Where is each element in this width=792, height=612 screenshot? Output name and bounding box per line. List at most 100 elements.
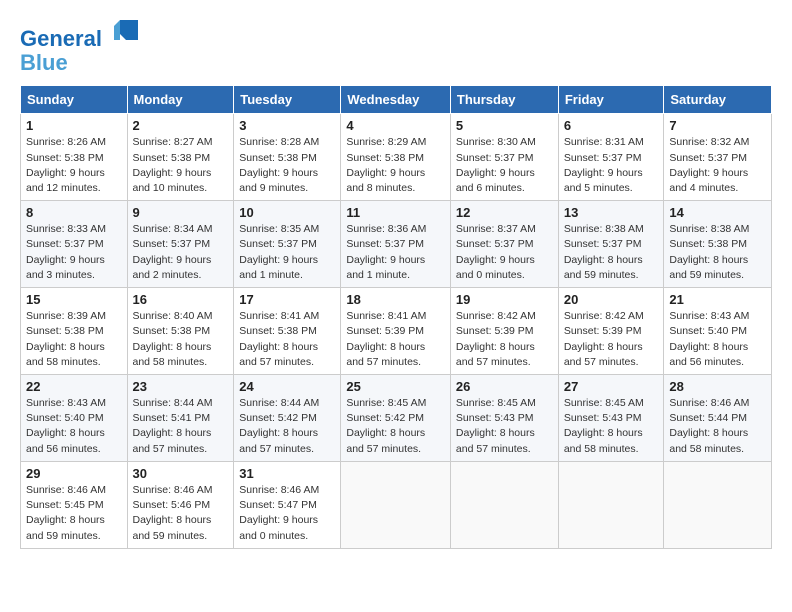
day-number: 6 <box>564 118 659 133</box>
calendar-cell <box>341 461 451 548</box>
day-number: 18 <box>346 292 445 307</box>
day-info: Sunrise: 8:44 AMSunset: 5:41 PMDaylight:… <box>133 396 229 457</box>
calendar-week-5: 29Sunrise: 8:46 AMSunset: 5:45 PMDayligh… <box>21 461 772 548</box>
weekday-header-monday: Monday <box>127 86 234 114</box>
page-header: General Blue <box>20 18 772 75</box>
day-number: 17 <box>239 292 335 307</box>
day-info: Sunrise: 8:39 AMSunset: 5:38 PMDaylight:… <box>26 309 122 370</box>
calendar-cell: 22 Sunrise: 8:43 AMSunset: 5:40 PMDayligh… <box>21 375 128 462</box>
day-number: 31 <box>239 466 335 481</box>
day-number: 4 <box>346 118 445 133</box>
calendar-cell: 18Sunrise: 8:41 AMSunset: 5:39 PMDayligh… <box>341 288 451 375</box>
calendar-cell: 8Sunrise: 8:33 AMSunset: 5:37 PMDaylight… <box>21 201 128 288</box>
calendar-cell: 13 Sunrise: 8:38 AMSunset: 5:37 PMDayligh… <box>558 201 664 288</box>
day-info: Sunrise: 8:45 AMSunset: 5:43 PMDaylight:… <box>456 396 553 457</box>
day-number: 7 <box>669 118 766 133</box>
day-number: 2 <box>133 118 229 133</box>
day-info: Sunrise: 8:45 AMSunset: 5:42 PMDaylight:… <box>346 396 445 457</box>
calendar-cell: 17 Sunrise: 8:41 AMSunset: 5:38 PMDayligh… <box>234 288 341 375</box>
day-info: Sunrise: 8:46 AMSunset: 5:47 PMDaylight:… <box>239 483 335 544</box>
calendar-cell: 20Sunrise: 8:42 AMSunset: 5:39 PMDayligh… <box>558 288 664 375</box>
calendar-cell: 23 Sunrise: 8:44 AMSunset: 5:41 PMDayligh… <box>127 375 234 462</box>
calendar-cell: 16 Sunrise: 8:40 AMSunset: 5:38 PMDayligh… <box>127 288 234 375</box>
calendar-cell: 30 Sunrise: 8:46 AMSunset: 5:46 PMDayligh… <box>127 461 234 548</box>
calendar-week-1: 1 Sunrise: 8:26 AMSunset: 5:38 PMDaylight… <box>21 114 772 201</box>
day-number: 10 <box>239 205 335 220</box>
calendar-cell: 6Sunrise: 8:31 AMSunset: 5:37 PMDaylight… <box>558 114 664 201</box>
page-container: General Blue SundayMondayTuesdayWednesda… <box>0 0 792 559</box>
calendar-header-row: SundayMondayTuesdayWednesdayThursdayFrid… <box>21 86 772 114</box>
day-info: Sunrise: 8:38 AMSunset: 5:37 PMDaylight:… <box>564 222 659 283</box>
calendar-cell: 29Sunrise: 8:46 AMSunset: 5:45 PMDayligh… <box>21 461 128 548</box>
calendar-week-2: 8Sunrise: 8:33 AMSunset: 5:37 PMDaylight… <box>21 201 772 288</box>
calendar-cell: 2 Sunrise: 8:27 AMSunset: 5:38 PMDaylight… <box>127 114 234 201</box>
day-number: 22 <box>26 379 122 394</box>
day-info: Sunrise: 8:43 AMSunset: 5:40 PMDaylight:… <box>26 396 122 457</box>
logo: General Blue <box>20 18 142 75</box>
day-info: Sunrise: 8:34 AMSunset: 5:37 PMDaylight:… <box>133 222 229 283</box>
day-number: 21 <box>669 292 766 307</box>
day-number: 23 <box>133 379 229 394</box>
day-info: Sunrise: 8:43 AMSunset: 5:40 PMDaylight:… <box>669 309 766 370</box>
day-info: Sunrise: 8:29 AMSunset: 5:38 PMDaylight:… <box>346 135 445 196</box>
calendar-week-4: 22 Sunrise: 8:43 AMSunset: 5:40 PMDayligh… <box>21 375 772 462</box>
calendar-cell: 21 Sunrise: 8:43 AMSunset: 5:40 PMDayligh… <box>664 288 772 375</box>
weekday-header-friday: Friday <box>558 86 664 114</box>
calendar-week-3: 15 Sunrise: 8:39 AMSunset: 5:38 PMDayligh… <box>21 288 772 375</box>
day-number: 24 <box>239 379 335 394</box>
day-number: 19 <box>456 292 553 307</box>
weekday-header-sunday: Sunday <box>21 86 128 114</box>
day-info: Sunrise: 8:28 AMSunset: 5:38 PMDaylight:… <box>239 135 335 196</box>
day-info: Sunrise: 8:41 AMSunset: 5:38 PMDaylight:… <box>239 309 335 370</box>
calendar-cell: 7 Sunrise: 8:32 AMSunset: 5:37 PMDaylight… <box>664 114 772 201</box>
calendar-cell: 1 Sunrise: 8:26 AMSunset: 5:38 PMDaylight… <box>21 114 128 201</box>
day-info: Sunrise: 8:27 AMSunset: 5:38 PMDaylight:… <box>133 135 229 196</box>
calendar-cell: 31 Sunrise: 8:46 AMSunset: 5:47 PMDayligh… <box>234 461 341 548</box>
calendar-cell: 28 Sunrise: 8:46 AMSunset: 5:44 PMDayligh… <box>664 375 772 462</box>
calendar-cell: 27 Sunrise: 8:45 AMSunset: 5:43 PMDayligh… <box>558 375 664 462</box>
day-number: 30 <box>133 466 229 481</box>
calendar-cell <box>558 461 664 548</box>
weekday-header-saturday: Saturday <box>664 86 772 114</box>
calendar-cell: 15 Sunrise: 8:39 AMSunset: 5:38 PMDayligh… <box>21 288 128 375</box>
day-number: 28 <box>669 379 766 394</box>
calendar-cell: 11Sunrise: 8:36 AMSunset: 5:37 PMDayligh… <box>341 201 451 288</box>
day-info: Sunrise: 8:40 AMSunset: 5:38 PMDaylight:… <box>133 309 229 370</box>
calendar-cell: 19Sunrise: 8:42 AMSunset: 5:39 PMDayligh… <box>450 288 558 375</box>
calendar-cell: 9 Sunrise: 8:34 AMSunset: 5:37 PMDaylight… <box>127 201 234 288</box>
day-info: Sunrise: 8:37 AMSunset: 5:37 PMDaylight:… <box>456 222 553 283</box>
weekday-header-tuesday: Tuesday <box>234 86 341 114</box>
day-info: Sunrise: 8:42 AMSunset: 5:39 PMDaylight:… <box>564 309 659 370</box>
day-info: Sunrise: 8:46 AMSunset: 5:44 PMDaylight:… <box>669 396 766 457</box>
calendar-cell: 5Sunrise: 8:30 AMSunset: 5:37 PMDaylight… <box>450 114 558 201</box>
calendar-cell: 14Sunrise: 8:38 AMSunset: 5:38 PMDayligh… <box>664 201 772 288</box>
logo-icon <box>110 16 142 44</box>
day-number: 13 <box>564 205 659 220</box>
calendar-cell: 10 Sunrise: 8:35 AMSunset: 5:37 PMDayligh… <box>234 201 341 288</box>
day-number: 9 <box>133 205 229 220</box>
calendar-cell: 3 Sunrise: 8:28 AMSunset: 5:38 PMDaylight… <box>234 114 341 201</box>
day-info: Sunrise: 8:46 AMSunset: 5:46 PMDaylight:… <box>133 483 229 544</box>
day-number: 12 <box>456 205 553 220</box>
day-number: 15 <box>26 292 122 307</box>
day-info: Sunrise: 8:32 AMSunset: 5:37 PMDaylight:… <box>669 135 766 196</box>
day-number: 5 <box>456 118 553 133</box>
day-info: Sunrise: 8:33 AMSunset: 5:37 PMDaylight:… <box>26 222 122 283</box>
day-info: Sunrise: 8:44 AMSunset: 5:42 PMDaylight:… <box>239 396 335 457</box>
day-info: Sunrise: 8:35 AMSunset: 5:37 PMDaylight:… <box>239 222 335 283</box>
day-number: 1 <box>26 118 122 133</box>
day-info: Sunrise: 8:26 AMSunset: 5:38 PMDaylight:… <box>26 135 122 196</box>
calendar-cell <box>450 461 558 548</box>
day-number: 27 <box>564 379 659 394</box>
day-number: 16 <box>133 292 229 307</box>
day-number: 3 <box>239 118 335 133</box>
calendar-cell: 24 Sunrise: 8:44 AMSunset: 5:42 PMDayligh… <box>234 375 341 462</box>
calendar-cell <box>664 461 772 548</box>
calendar-cell: 4 Sunrise: 8:29 AMSunset: 5:38 PMDaylight… <box>341 114 451 201</box>
day-number: 25 <box>346 379 445 394</box>
weekday-header-wednesday: Wednesday <box>341 86 451 114</box>
day-info: Sunrise: 8:36 AMSunset: 5:37 PMDaylight:… <box>346 222 445 283</box>
calendar-cell: 25 Sunrise: 8:45 AMSunset: 5:42 PMDayligh… <box>341 375 451 462</box>
day-info: Sunrise: 8:45 AMSunset: 5:43 PMDaylight:… <box>564 396 659 457</box>
day-info: Sunrise: 8:38 AMSunset: 5:38 PMDaylight:… <box>669 222 766 283</box>
